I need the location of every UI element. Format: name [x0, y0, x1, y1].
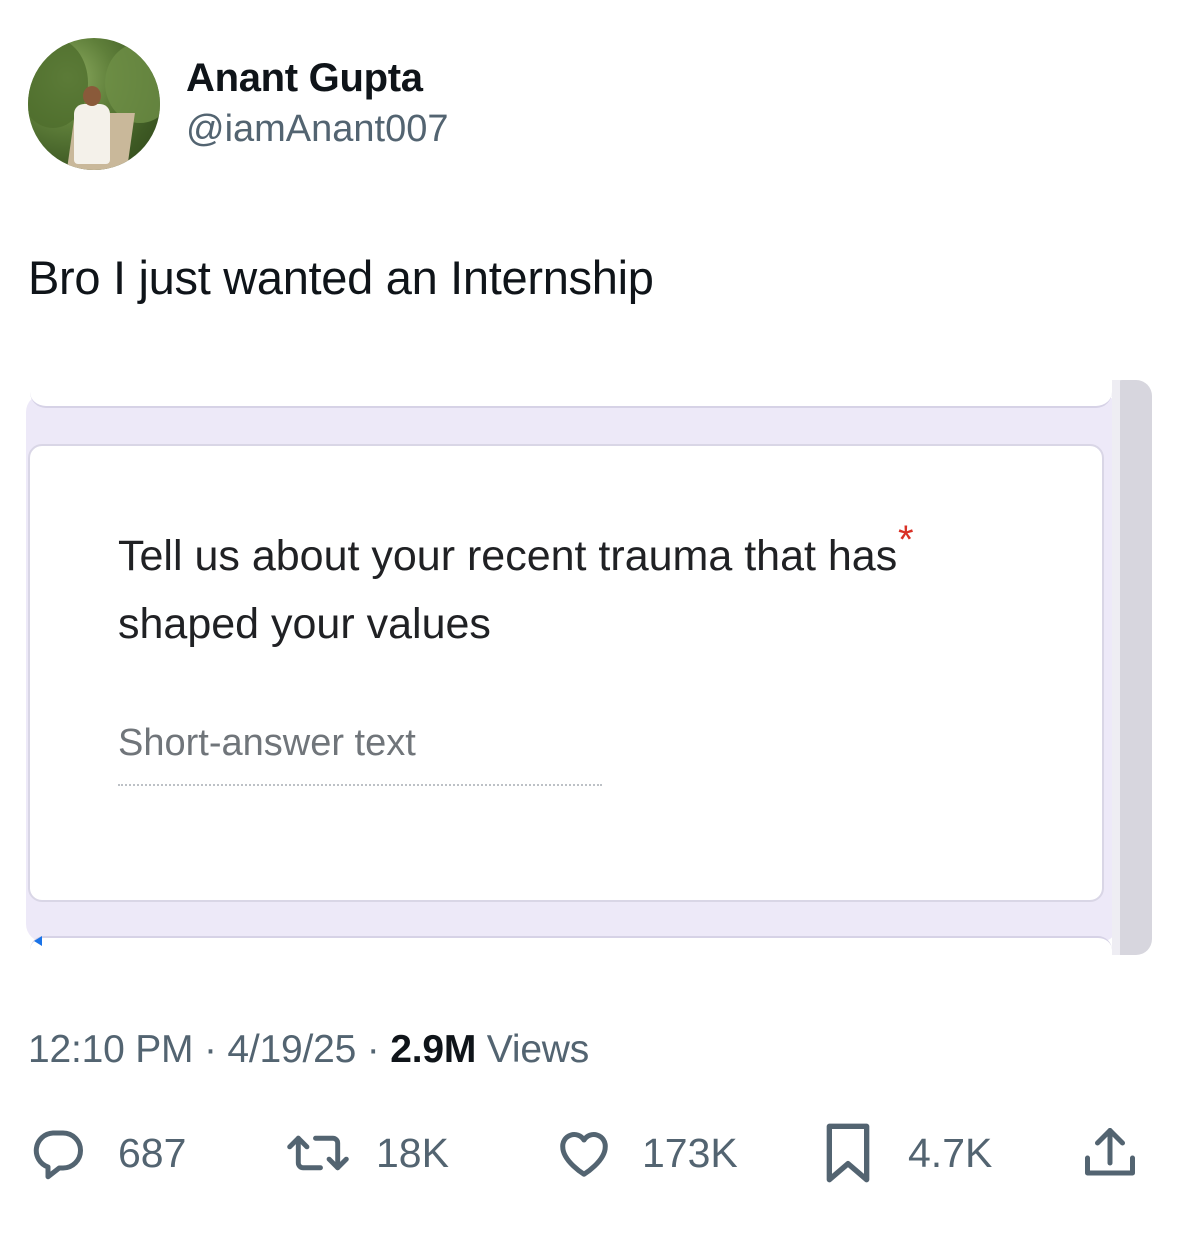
reply-count: 687: [118, 1129, 187, 1176]
tweet-time[interactable]: 12:10 PM: [28, 1028, 194, 1071]
author-display-name[interactable]: Anant Gupta: [186, 54, 449, 102]
avatar-foliage-right: [105, 43, 160, 123]
required-asterisk: *: [898, 518, 914, 562]
form-question-text: Tell us about your recent trauma that ha…: [118, 532, 898, 648]
views-count[interactable]: 2.9M: [390, 1028, 476, 1071]
form-scrollbar-track: [1112, 380, 1120, 955]
tweet-meta: 12:10 PM · 4/19/25 · 2.9M Views: [28, 1028, 589, 1072]
tweet-date[interactable]: 4/19/25: [227, 1028, 356, 1071]
tweet-text: Bro I just wanted an Internship: [28, 251, 654, 304]
repost-button[interactable]: 18K: [286, 1118, 449, 1188]
bookmark-button[interactable]: 4.7K: [820, 1118, 992, 1188]
reply-button[interactable]: 687: [28, 1118, 186, 1188]
author-handle[interactable]: @iamAnant007: [186, 106, 449, 152]
repost-count: 18K: [376, 1129, 449, 1176]
bookmark-count: 4.7K: [908, 1129, 993, 1176]
meta-separator: ·: [356, 1028, 391, 1071]
author-names: Anant Gupta @iamAnant007: [186, 54, 449, 152]
like-count: 173K: [642, 1129, 738, 1176]
avatar-person-head: [83, 86, 101, 106]
avatar[interactable]: [28, 38, 160, 170]
views-label: Views: [476, 1028, 590, 1071]
tweet-header: Anant Gupta @iamAnant007: [28, 38, 449, 170]
form-bottom-edge: [30, 936, 1112, 956]
avatar-person-body: [74, 104, 110, 164]
tweet-actions: 687 18K 173K 4.7K: [28, 1118, 1140, 1188]
tweet-media-image[interactable]: Tell us about your recent trauma that ha…: [26, 380, 1152, 956]
reply-icon: [28, 1123, 88, 1183]
form-top-edge: [30, 380, 1112, 408]
like-icon: [554, 1123, 614, 1183]
meta-separator: ·: [193, 1028, 228, 1071]
share-button[interactable]: [1080, 1118, 1140, 1188]
short-answer-underline: [118, 784, 602, 786]
short-answer-placeholder: Short-answer text: [118, 722, 416, 764]
share-icon: [1080, 1123, 1140, 1183]
like-button[interactable]: 173K: [554, 1118, 738, 1188]
repost-icon: [286, 1123, 350, 1183]
bookmark-icon: [820, 1121, 876, 1185]
form-question-card: Tell us about your recent trauma that ha…: [28, 444, 1104, 902]
form-blue-marker: [34, 936, 42, 946]
